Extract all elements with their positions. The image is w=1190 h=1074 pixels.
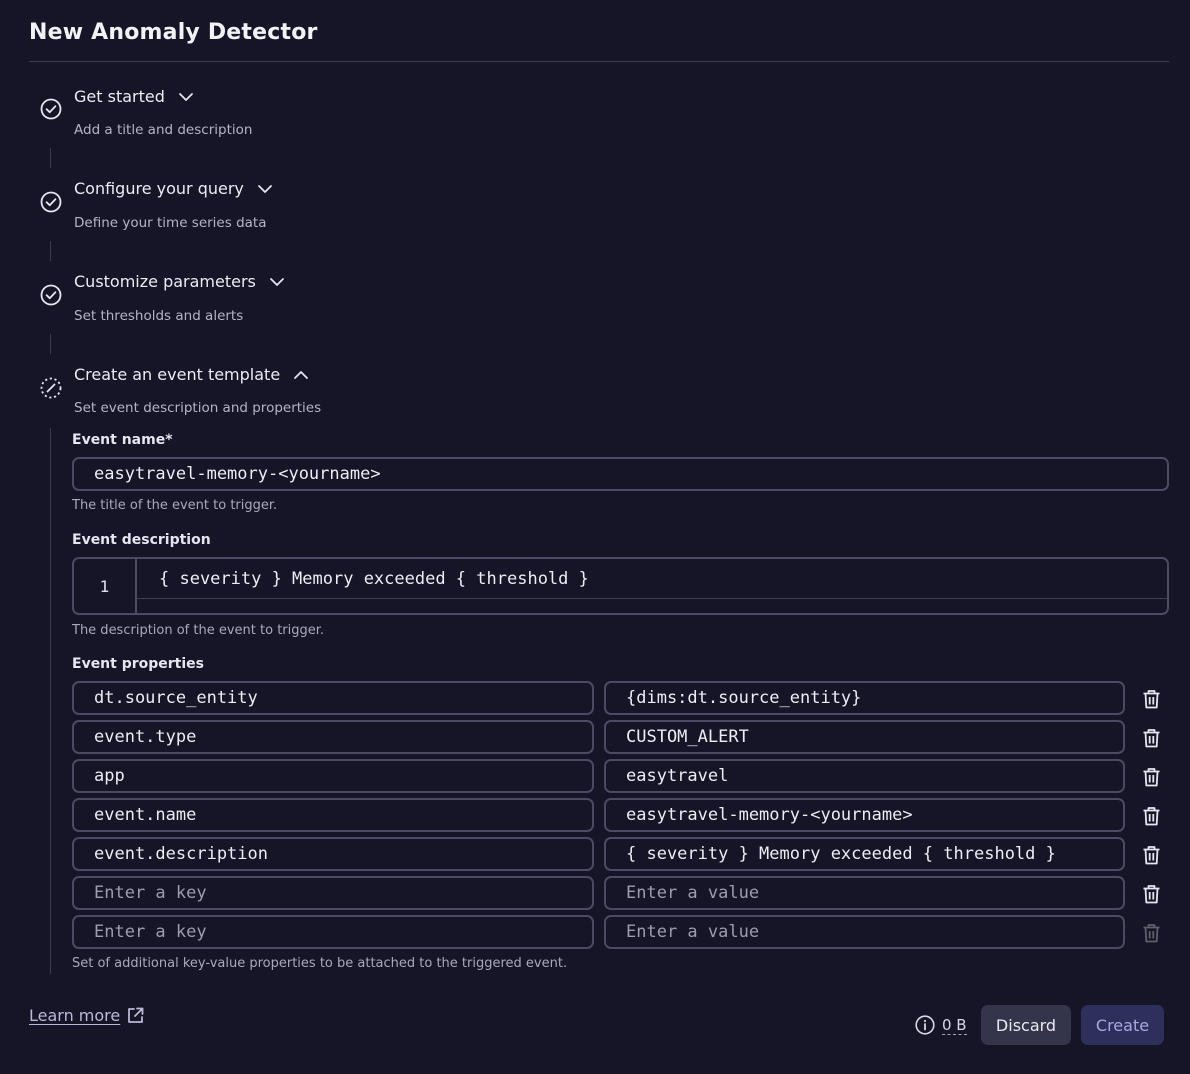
trash-icon[interactable] — [1142, 806, 1161, 826]
event-properties-label: Event properties — [72, 656, 205, 672]
trash-icon[interactable] — [1142, 728, 1161, 748]
event-description-label: Event description — [72, 532, 211, 548]
property-key-input[interactable]: event.name — [72, 798, 594, 832]
check-circle-icon — [40, 284, 62, 306]
property-key-input[interactable]: event.description — [72, 837, 594, 871]
step-configure-query[interactable]: Configure your query — [74, 179, 274, 198]
step-connector — [50, 334, 51, 354]
trash-icon — [1143, 924, 1160, 943]
editor-line[interactable]: { severity } Memory exceeded { threshold… — [137, 559, 1167, 599]
property-value-input[interactable]: {dims:dt.source_entity} — [604, 681, 1125, 715]
step-subtitle: Add a title and description — [74, 122, 253, 138]
property-key-input[interactable]: app — [72, 759, 594, 793]
event-name-label: Event name* — [72, 432, 173, 448]
chevron-down-icon — [269, 277, 284, 286]
page-title: New Anomaly Detector — [29, 20, 318, 45]
event-description-helper: The description of the event to trigger. — [72, 623, 325, 638]
trash-icon[interactable] — [1142, 767, 1161, 787]
step-connector — [50, 241, 51, 261]
step-subtitle: Define your time series data — [74, 215, 267, 231]
discard-button[interactable]: Discard — [981, 1005, 1071, 1045]
step-connector — [50, 148, 51, 168]
property-key-input[interactable]: event.type — [72, 720, 594, 754]
check-circle-icon — [40, 98, 62, 120]
chevron-up-icon — [294, 370, 309, 379]
trash-icon[interactable] — [1142, 845, 1161, 865]
step-title: Configure your query — [74, 179, 244, 198]
property-key-input[interactable]: dt.source_entity — [72, 681, 594, 715]
info-icon — [915, 1015, 935, 1035]
payload-size-info[interactable]: 0 B — [914, 1014, 967, 1036]
property-value-input[interactable]: Enter a value — [604, 876, 1125, 910]
event-name-helper: The title of the event to trigger. — [72, 498, 278, 513]
step-title: Create an event template — [74, 365, 281, 384]
step-customize-parameters[interactable]: Customize parameters — [74, 272, 286, 291]
chevron-down-icon — [257, 184, 272, 193]
title-divider — [29, 61, 1169, 62]
create-button[interactable]: Create — [1081, 1005, 1164, 1045]
property-key-input[interactable]: Enter a key — [72, 876, 594, 910]
event-properties-helper: Set of additional key-value properties t… — [72, 956, 568, 971]
step-title: Customize parameters — [74, 272, 256, 291]
property-value-input[interactable]: Enter a value — [604, 915, 1125, 949]
event-name-input[interactable]: easytravel-memory-<yourname> — [72, 457, 1169, 491]
step-connector — [50, 428, 51, 974]
step-get-started[interactable]: Get started — [74, 87, 195, 106]
event-description-editor[interactable]: 1 { severity } Memory exceeded { thresho… — [72, 557, 1169, 615]
trash-icon[interactable] — [1142, 884, 1161, 904]
anomaly-detector-panel: New Anomaly Detector Get started Add a t… — [0, 0, 1190, 1074]
learn-more-link[interactable]: Learn more — [29, 1006, 145, 1025]
property-value-input[interactable]: easytravel — [604, 759, 1125, 793]
chevron-down-icon — [178, 92, 193, 101]
trash-icon[interactable] — [1142, 689, 1161, 709]
external-link-icon — [128, 1007, 144, 1023]
property-key-input[interactable]: Enter a key — [72, 915, 594, 949]
step-subtitle: Set thresholds and alerts — [74, 308, 244, 324]
step-subtitle: Set event description and properties — [74, 400, 322, 416]
payload-size-value: 0 B — [942, 1015, 967, 1035]
property-value-input[interactable]: CUSTOM_ALERT — [604, 720, 1125, 754]
line-number: 1 — [74, 559, 137, 613]
learn-more-label: Learn more — [29, 1006, 121, 1025]
in-progress-circle-icon — [40, 377, 62, 399]
property-value-input[interactable]: { severity } Memory exceeded { threshold… — [604, 837, 1125, 871]
check-circle-icon — [40, 191, 62, 213]
step-title: Get started — [74, 87, 165, 106]
step-create-event-template[interactable]: Create an event template — [74, 365, 310, 384]
property-value-input[interactable]: easytravel-memory-<yourname> — [604, 798, 1125, 832]
